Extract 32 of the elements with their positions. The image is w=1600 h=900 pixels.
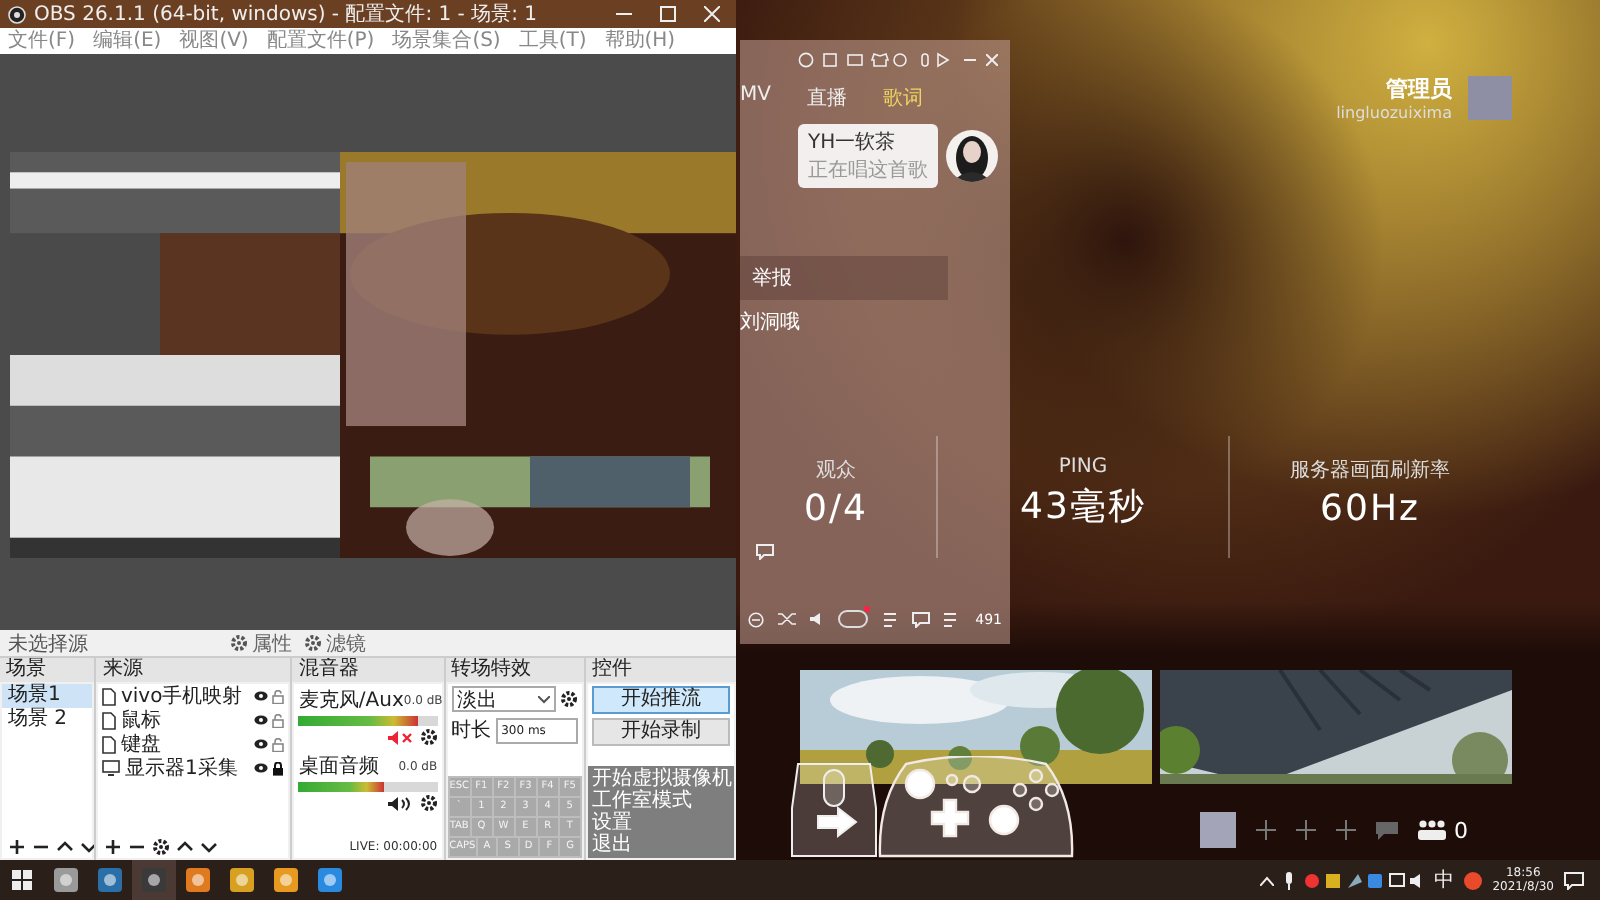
menu-item[interactable]: 文件(F) [8,28,76,54]
panel-title: 场景 [0,658,95,682]
menu-item[interactable]: 编辑(E) [93,28,162,54]
selected-source-label: 未选择源 [8,631,90,657]
menu-item[interactable]: 配置文件(P) [266,28,375,54]
source-item[interactable]: 鼠标 [120,706,251,734]
window-title: OBS 26.1.1 (64-bit, windows) - 配置文件: 1 - 场景: 1 [34,1,540,28]
input-method[interactable]: 中 [1434,866,1455,894]
panel-title: 转场特效 [445,658,584,682]
menu-item[interactable]: 帮助(H) [604,28,676,54]
scene-item[interactable]: 场景1 [2,684,93,708]
source-item[interactable]: 显示器1采集 [124,754,251,782]
transition-dropdown[interactable]: 淡出 [451,686,556,712]
panel-title: 控件 [585,658,736,682]
menu-item[interactable]: 开始虚拟摄像机 [587,768,734,790]
panel-title: 来源 [96,658,291,682]
menu-item[interactable]: 工具(T) [518,28,587,54]
menu-item[interactable]: 场景集合(S) [392,28,501,54]
menu-item[interactable]: 视图(V) [179,28,249,54]
menu-item[interactable]: 退出 [587,834,734,856]
menu-item[interactable]: 设置 [587,812,734,834]
toolbar-button[interactable]: 属性 [230,629,292,657]
scene-item[interactable]: 场景 2 [2,708,93,732]
field-label: 时长 [451,717,492,744]
channel-name: 麦克风/Aux [298,687,404,714]
toolbar-button[interactable]: 滤镜 [304,629,366,657]
menu-item[interactable]: 工作室模式 [587,790,734,812]
channel-name: 桌面音频 [298,753,379,780]
control-button[interactable]: 开始录制 [591,718,730,746]
control-button[interactable]: 开始推流 [591,686,730,714]
source-item[interactable]: 键盘 [120,730,251,758]
source-item[interactable]: vivo手机映射 [120,682,251,710]
